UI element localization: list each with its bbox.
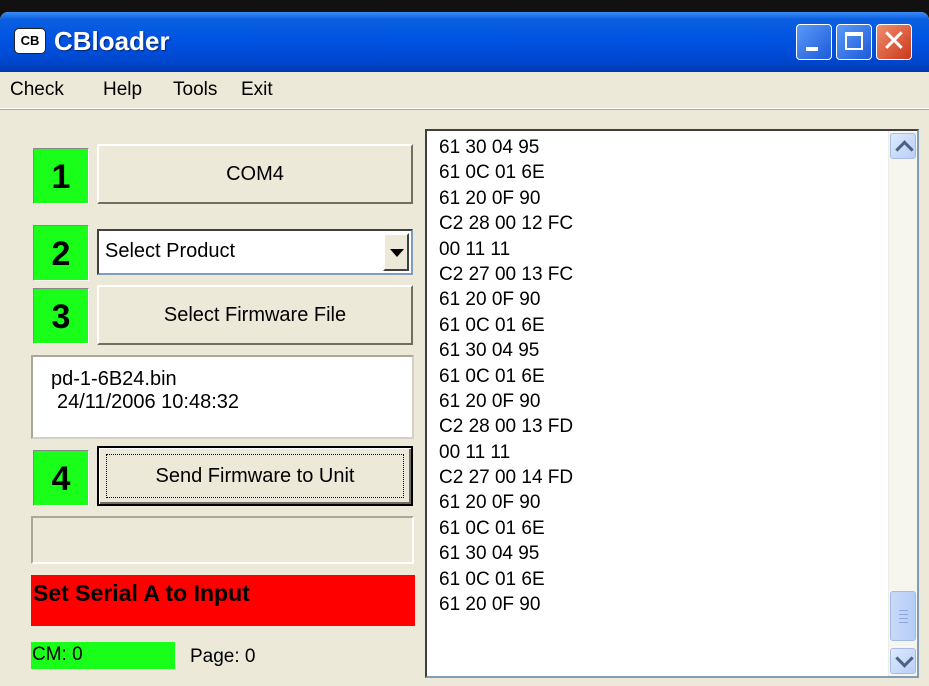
log-line[interactable]: 61 20 0F 90 — [439, 490, 573, 515]
minimize-icon — [806, 47, 818, 51]
log-line[interactable]: C2 28 00 12 FC — [439, 211, 573, 236]
log-line[interactable]: 61 0C 01 6E — [439, 567, 573, 592]
product-select[interactable]: Select Product — [97, 229, 413, 275]
cbloader-app-icon: CB — [14, 28, 46, 54]
product-select-dropdown-button[interactable] — [383, 233, 409, 271]
log-line[interactable]: 00 11 11 — [439, 440, 573, 465]
log-line[interactable]: C2 27 00 13 FC — [439, 262, 573, 287]
minimize-button[interactable] — [796, 24, 832, 60]
cm-counter-label: CM: 0 — [32, 644, 83, 665]
com-port-button[interactable]: COM4 — [97, 144, 413, 204]
step-4-indicator: 4 — [33, 450, 89, 506]
close-button[interactable]: ✕ — [876, 24, 912, 60]
title-bar[interactable]: CB CBloader ✕ — [0, 12, 929, 72]
grip-line — [899, 610, 908, 611]
menu-exit[interactable]: Exit — [241, 79, 273, 101]
chevron-down-icon — [390, 249, 404, 257]
scroll-up-button[interactable] — [890, 133, 916, 159]
maximize-icon — [845, 32, 863, 50]
log-line[interactable]: 61 0C 01 6E — [439, 313, 573, 338]
log-line[interactable]: 61 20 0F 90 — [439, 186, 573, 211]
product-select-value: Select Product — [105, 240, 236, 262]
cm-counter: CM: 0 — [31, 642, 175, 669]
log-line[interactable]: 61 20 0F 90 — [439, 389, 573, 414]
cbloader-window: CB CBloader ✕ Check Help Tools Exit 1 CO… — [0, 12, 929, 686]
menu-tools[interactable]: Tools — [173, 79, 217, 101]
select-firmware-file-button[interactable]: Select Firmware File — [97, 285, 413, 345]
grip-line — [899, 618, 908, 619]
serial-log-lines: 61 30 04 95 61 0C 01 6E 61 20 0F 90 C2 28 0… — [439, 135, 573, 617]
log-line[interactable]: 61 30 04 95 — [439, 135, 573, 160]
log-line[interactable]: 61 20 0F 90 — [439, 592, 573, 617]
log-line[interactable]: 61 0C 01 6E — [439, 364, 573, 389]
step-2-indicator: 2 — [33, 225, 89, 281]
chevron-up-icon — [895, 140, 914, 159]
progress-bar — [31, 516, 414, 564]
menu-bar: Check Help Tools Exit — [0, 72, 929, 109]
step-1-indicator: 1 — [33, 148, 89, 204]
firmware-filename: pd-1-6B24.bin — [51, 368, 177, 390]
firmware-file-info: pd-1-6B24.bin 24/11/2006 10:48:32 — [31, 355, 414, 439]
scroll-down-button[interactable] — [890, 648, 916, 674]
log-line[interactable]: 61 30 04 95 — [439, 541, 573, 566]
send-firmware-button[interactable]: Send Firmware to Unit — [97, 446, 413, 506]
log-line[interactable]: 00 11 11 — [439, 237, 573, 262]
menu-help[interactable]: Help — [103, 79, 142, 101]
log-line[interactable]: 61 0C 01 6E — [439, 516, 573, 541]
maximize-button[interactable] — [836, 24, 872, 60]
vertical-scrollbar[interactable] — [888, 131, 917, 676]
page-counter-label: Page: 0 — [190, 646, 256, 667]
log-line[interactable]: 61 0C 01 6E — [439, 160, 573, 185]
log-line[interactable]: C2 27 00 14 FD — [439, 465, 573, 490]
grip-line — [899, 614, 908, 615]
step-3-indicator: 3 — [33, 288, 89, 344]
log-line[interactable]: C2 28 00 13 FD — [439, 414, 573, 439]
status-message-panel: Set Serial A to Input — [31, 575, 415, 626]
status-message: Set Serial A to Input — [33, 580, 250, 606]
scroll-thumb[interactable] — [890, 591, 916, 641]
select-firmware-file-label: Select Firmware File — [163, 303, 347, 326]
com-port-button-label: COM4 — [226, 162, 284, 185]
chevron-down-icon — [895, 649, 914, 668]
close-icon: ✕ — [881, 24, 907, 59]
focus-rectangle — [106, 454, 404, 498]
menu-check[interactable]: Check — [10, 79, 64, 101]
log-line[interactable]: 61 30 04 95 — [439, 338, 573, 363]
grip-line — [899, 622, 908, 623]
log-line[interactable]: 61 20 0F 90 — [439, 287, 573, 312]
window-title: CBloader — [54, 26, 170, 56]
firmware-timestamp: 24/11/2006 10:48:32 — [57, 391, 240, 413]
serial-log-listbox[interactable]: 61 30 04 95 61 0C 01 6E 61 20 0F 90 C2 28 0… — [425, 129, 919, 678]
